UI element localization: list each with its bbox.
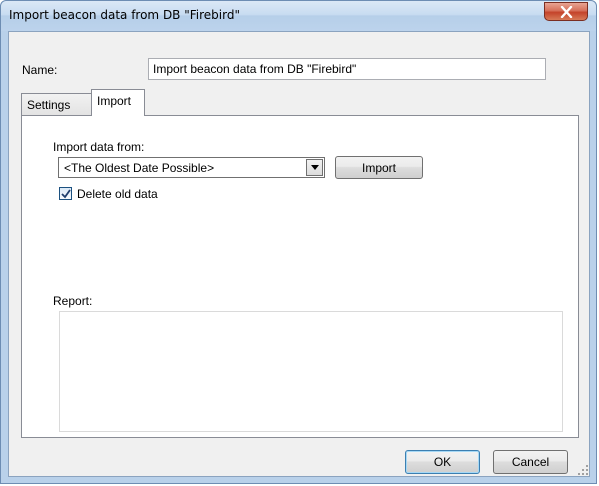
report-label: Report:: [53, 294, 93, 308]
tab-settings[interactable]: Settings: [21, 93, 93, 115]
name-label: Name:: [22, 63, 58, 77]
dialog-window: Import beacon data from DB "Firebird" Na…: [0, 0, 597, 484]
title-bar[interactable]: Import beacon data from DB "Firebird": [1, 1, 596, 31]
ok-button[interactable]: OK: [405, 450, 480, 474]
dropdown-arrow-button[interactable]: [306, 159, 323, 176]
delete-old-data-checkbox[interactable]: [59, 187, 72, 200]
checkmark-icon: [61, 189, 71, 199]
dialog-body: Name: Import beacon data from DB "Firebi…: [8, 31, 590, 477]
cancel-button[interactable]: Cancel: [493, 450, 568, 474]
close-icon: [560, 6, 573, 18]
import-from-label: Import data from:: [53, 140, 145, 154]
chevron-down-icon: [311, 165, 319, 170]
import-from-dropdown[interactable]: <The Oldest Date Possible>: [58, 157, 325, 178]
delete-old-data-label[interactable]: Delete old data: [77, 187, 158, 201]
name-input[interactable]: Import beacon data from DB "Firebird": [148, 58, 546, 80]
window-title: Import beacon data from DB "Firebird": [9, 8, 240, 22]
tab-import[interactable]: Import: [91, 89, 145, 116]
import-from-value: <The Oldest Date Possible>: [64, 161, 215, 175]
resize-grip-icon[interactable]: [577, 464, 589, 476]
close-button[interactable]: [544, 2, 588, 21]
report-textarea[interactable]: [59, 311, 563, 432]
import-button[interactable]: Import: [335, 156, 423, 179]
